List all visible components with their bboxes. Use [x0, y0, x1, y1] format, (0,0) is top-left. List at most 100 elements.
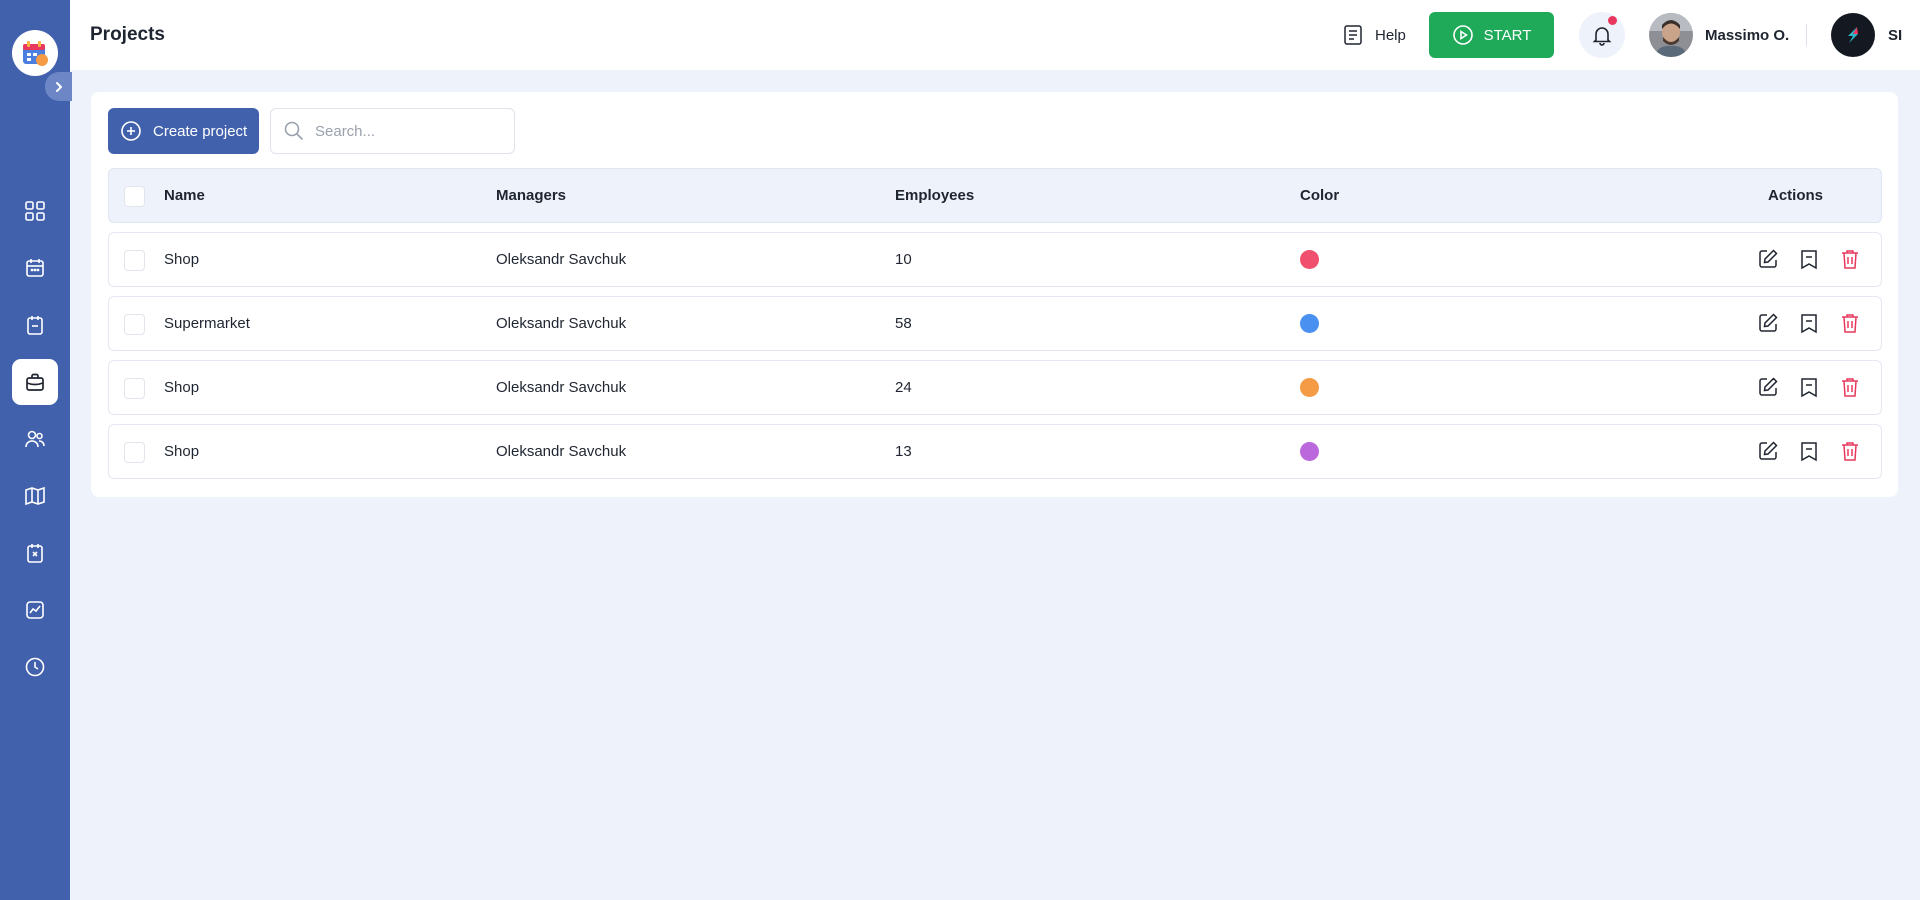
project-color-dot — [1300, 378, 1319, 397]
sidebar-item-time-tracking[interactable] — [12, 644, 58, 690]
edit-icon — [1759, 377, 1778, 396]
sidebar-item-locations[interactable] — [12, 473, 58, 519]
row-checkbox[interactable] — [124, 250, 145, 271]
clipboard-icon — [27, 316, 43, 335]
project-name: Shop — [164, 443, 200, 460]
edit-button[interactable] — [1756, 439, 1780, 463]
organization-logo — [1831, 13, 1875, 57]
search-icon — [284, 121, 304, 141]
project-name: Shop — [164, 379, 200, 396]
project-color-dot — [1300, 250, 1319, 269]
grid-icon — [25, 201, 45, 221]
create-project-button[interactable]: Create project — [108, 108, 259, 154]
table-row[interactable]: Shop Oleksandr Savchuk 13 — [108, 424, 1882, 479]
column-header-actions: Actions — [1768, 187, 1824, 204]
delete-button[interactable] — [1838, 311, 1862, 335]
help-label: Help — [1375, 26, 1406, 44]
project-manager: Oleksandr Savchuk — [496, 251, 627, 268]
project-employees: 24 — [895, 379, 912, 396]
archive-button[interactable] — [1797, 375, 1821, 399]
select-all-checkbox[interactable] — [124, 186, 145, 207]
delete-button[interactable] — [1838, 375, 1862, 399]
project-color-dot — [1300, 442, 1319, 461]
column-header-employees[interactable]: Employees — [895, 169, 974, 222]
project-manager: Oleksandr Savchuk — [496, 379, 627, 396]
create-project-label: Create project — [153, 122, 248, 140]
sidebar — [0, 0, 72, 900]
chevron-right-icon — [55, 81, 62, 92]
edit-button[interactable] — [1756, 311, 1780, 335]
top-header: Projects Help START Massimo O. SI — [70, 0, 1920, 70]
column-header-color[interactable]: Color — [1300, 169, 1339, 222]
sidebar-item-calendar[interactable] — [12, 245, 58, 291]
sidebar-item-absences[interactable] — [12, 530, 58, 576]
start-label: START — [1483, 26, 1532, 44]
project-color-dot — [1300, 314, 1319, 333]
table-row[interactable]: Shop Oleksandr Savchuk 24 — [108, 360, 1882, 415]
column-header-name[interactable]: Name — [164, 169, 205, 222]
start-button[interactable]: START — [1429, 12, 1554, 58]
sidebar-item-tasks[interactable] — [12, 302, 58, 348]
organization-label: SI — [1888, 26, 1903, 44]
user-menu[interactable]: Massimo O. — [1649, 12, 1789, 58]
users-icon — [25, 430, 45, 448]
sidebar-expand-button[interactable] — [45, 72, 72, 101]
bookmark-minus-icon — [1801, 314, 1817, 334]
sidebar-item-employees[interactable] — [12, 416, 58, 462]
project-employees: 10 — [895, 251, 912, 268]
delete-button[interactable] — [1838, 247, 1862, 271]
edit-icon — [1759, 441, 1778, 460]
project-manager: Oleksandr Savchuk — [496, 443, 627, 460]
trash-icon — [1842, 378, 1858, 397]
trash-icon — [1842, 250, 1858, 269]
bell-icon — [1592, 27, 1612, 46]
help-link[interactable]: Help — [1343, 22, 1406, 48]
calendar-icon — [26, 259, 44, 277]
page-title: Projects — [90, 24, 165, 45]
notification-badge — [1608, 16, 1617, 25]
chart-icon — [26, 601, 44, 619]
avatar — [1649, 13, 1693, 57]
edit-button[interactable] — [1756, 247, 1780, 271]
sidebar-item-projects[interactable] — [12, 359, 58, 405]
row-checkbox[interactable] — [124, 442, 145, 463]
row-checkbox[interactable] — [124, 378, 145, 399]
sidebar-item-dashboard[interactable] — [12, 188, 58, 234]
projects-card: Create project Name Managers Employees C… — [91, 92, 1898, 497]
project-employees: 13 — [895, 443, 912, 460]
edit-icon — [1759, 313, 1778, 332]
trash-icon — [1842, 442, 1858, 461]
archive-button[interactable] — [1797, 439, 1821, 463]
bookmark-minus-icon — [1801, 250, 1817, 270]
play-circle-icon — [1452, 25, 1473, 45]
bookmark-minus-icon — [1801, 442, 1817, 462]
archive-button[interactable] — [1797, 311, 1821, 335]
column-header-managers[interactable]: Managers — [496, 169, 566, 222]
table-row[interactable]: Shop Oleksandr Savchuk 10 — [108, 232, 1882, 287]
plus-circle-icon — [121, 121, 141, 141]
user-name: Massimo O. — [1705, 26, 1790, 44]
edit-button[interactable] — [1756, 375, 1780, 399]
project-name: Shop — [164, 251, 200, 268]
archive-button[interactable] — [1797, 247, 1821, 271]
edit-icon — [1759, 249, 1778, 268]
bookmark-minus-icon — [1801, 378, 1817, 398]
app-logo[interactable] — [12, 30, 58, 76]
project-employees: 58 — [895, 315, 912, 332]
organization-switcher[interactable]: SI — [1831, 12, 1902, 58]
briefcase-icon — [26, 373, 44, 391]
table-header: Name Managers Employees Color Actions — [108, 168, 1882, 223]
row-checkbox[interactable] — [124, 314, 145, 335]
delete-button[interactable] — [1838, 439, 1862, 463]
search-box — [270, 108, 515, 154]
document-icon — [1344, 25, 1362, 45]
search-input[interactable] — [315, 122, 495, 140]
table-row[interactable]: Supermarket Oleksandr Savchuk 58 — [108, 296, 1882, 351]
sidebar-item-reports[interactable] — [12, 587, 58, 633]
trash-icon — [1842, 314, 1858, 333]
calendar-cancel-icon — [27, 544, 43, 563]
clock-icon — [25, 657, 45, 677]
header-divider — [1806, 24, 1807, 46]
project-name: Supermarket — [164, 315, 250, 332]
notifications-button[interactable] — [1579, 12, 1625, 58]
